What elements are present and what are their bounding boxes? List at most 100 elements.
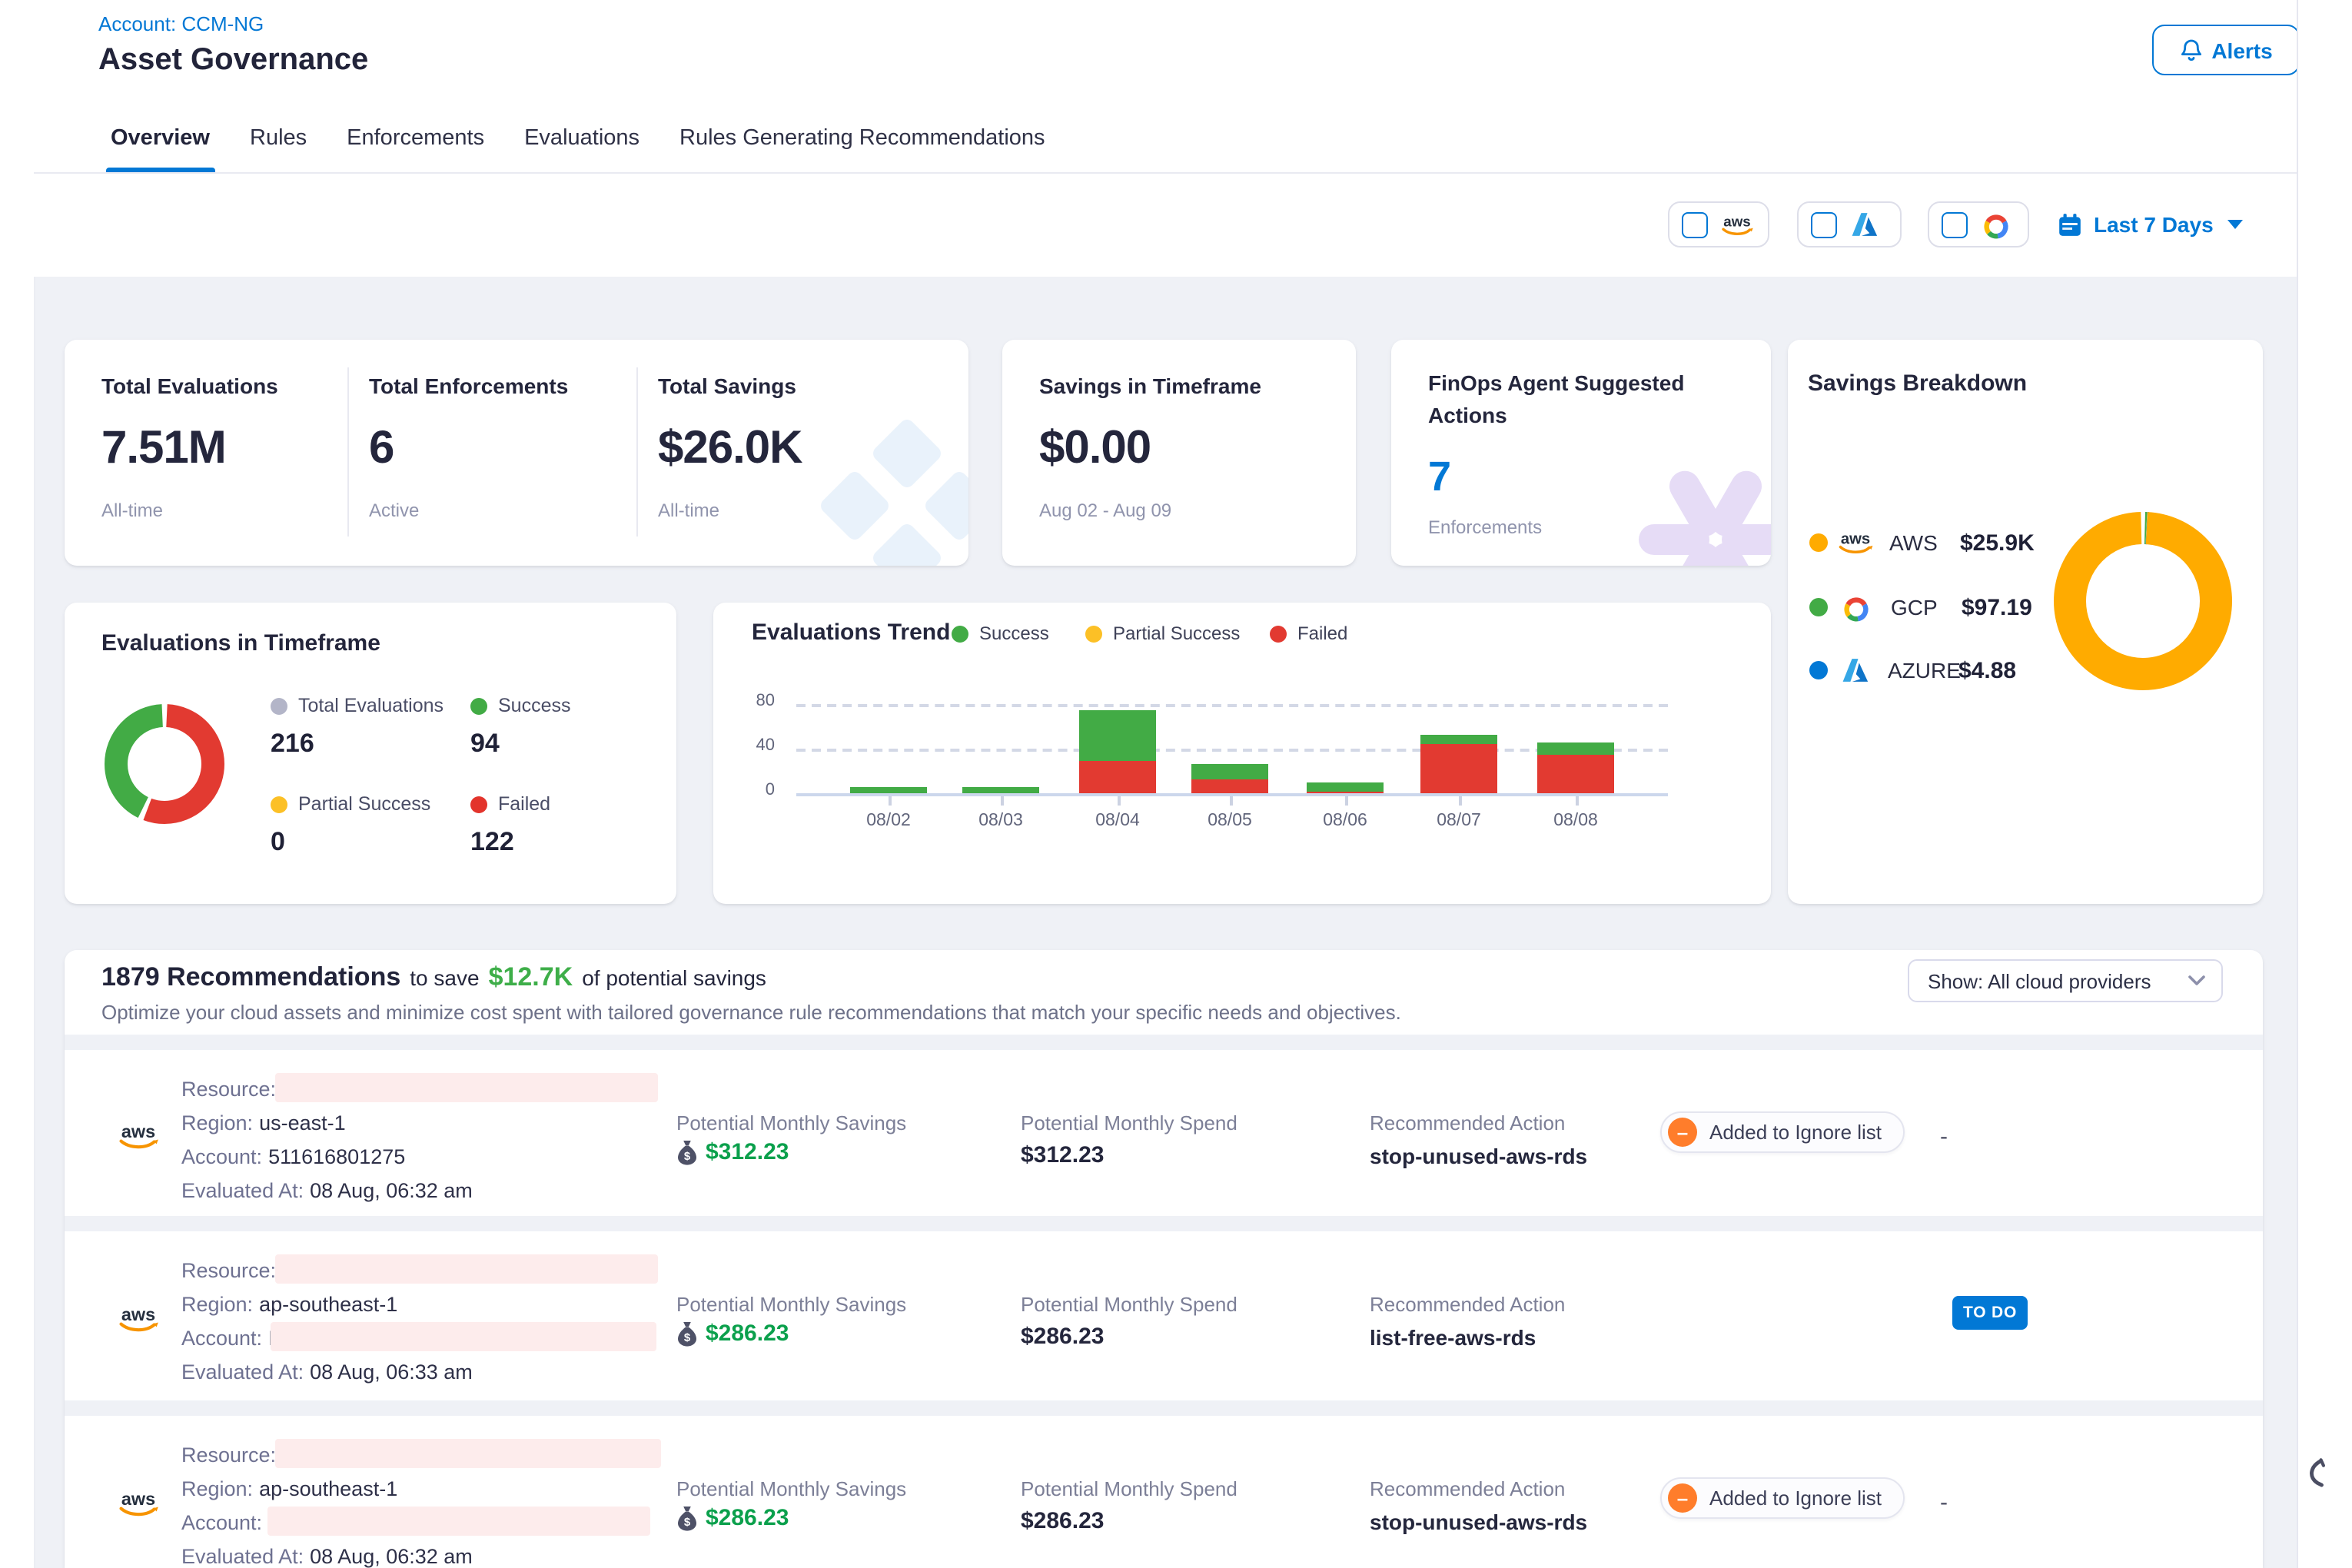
x-tick-mark — [1576, 796, 1579, 806]
row-separator — [65, 1400, 2263, 1416]
action-column-label: Recommended Action — [1370, 1293, 1565, 1316]
azure-legend-name: AZURE — [1888, 658, 1958, 683]
recommended-action-value: stop-unused-aws-rds — [1370, 1144, 1587, 1168]
tab-evaluations[interactable]: Evaluations — [524, 105, 639, 172]
savings-timeframe-value: $0.00 — [1039, 423, 1151, 475]
recommendation-row-1[interactable]: Resource: Region:us-east-1 Account:51161… — [65, 1050, 2263, 1216]
total-enforcements-label: Total Enforcements — [369, 374, 568, 398]
trailing-dash: - — [1940, 1124, 1948, 1150]
region-label: Region: — [181, 1111, 253, 1134]
status-pill-ignored: – Added to Ignore list — [1660, 1477, 1905, 1519]
trend-bar-08/06-failed — [1307, 791, 1384, 793]
redacted-account-value — [271, 1322, 656, 1351]
x-tick-mark — [889, 796, 892, 806]
spend-column-label: Potential Monthly Spend — [1021, 1477, 1237, 1500]
recommendations-save-suffix: of potential savings — [582, 965, 766, 990]
money-bag-icon — [676, 1321, 698, 1347]
evaluated-at-value: 08 Aug, 06:32 am — [310, 1545, 473, 1568]
gcp-checkbox[interactable] — [1942, 211, 1968, 238]
savings-breakdown-donut-chart — [2035, 493, 2251, 709]
y-tick-label: 80 — [723, 692, 775, 710]
card-evaluations-trend: Evaluations Trend Success Partial Succes… — [713, 603, 1771, 904]
status-pill-label: Added to Ignore list — [1709, 1121, 1882, 1144]
recommendations-count: 1879 Recommendations — [101, 962, 400, 993]
resource-label: Resource: — [181, 1443, 276, 1467]
cloud-provider-filter-value: Show: All cloud providers — [1928, 969, 2188, 992]
tab-enforcements[interactable]: Enforcements — [347, 105, 484, 172]
success-legend-value: 94 — [470, 729, 500, 759]
total-evaluations-legend-value: 216 — [271, 729, 314, 759]
savings-breakdown-legend-azure: AZURE $4.88 — [1809, 652, 2016, 689]
account-label: Account: — [181, 1511, 262, 1534]
help-widget-icon[interactable] — [2304, 1457, 2327, 1491]
trend-bar-08/07-failed — [1420, 744, 1497, 793]
status-pill-ignored: – Added to Ignore list — [1660, 1111, 1905, 1153]
recommended-action-value: stop-unused-aws-rds — [1370, 1510, 1587, 1534]
azure-legend-value: $4.88 — [1958, 657, 2016, 683]
savings-column-label: Potential Monthly Savings — [676, 1477, 906, 1500]
spend-value: $312.23 — [1021, 1142, 1104, 1168]
scrollbar-track[interactable] — [2297, 0, 2352, 1568]
provider-filter-azure[interactable] — [1797, 201, 1902, 247]
aws-logo-icon — [1719, 210, 1756, 239]
asset-governance-page: aws — [0, 0, 2352, 1568]
trend-bar-08/04-failed — [1079, 761, 1156, 793]
breadcrumb-account-link[interactable]: Account: CCM-NG — [98, 12, 264, 35]
evaluated-at-label: Evaluated At: — [181, 1179, 304, 1202]
region-value: ap-southeast-1 — [259, 1477, 397, 1500]
savings-value: $286.23 — [706, 1505, 789, 1531]
provider-filter-aws[interactable] — [1668, 201, 1769, 247]
x-tick-mark — [1001, 796, 1004, 806]
x-tick-mark — [1459, 796, 1462, 806]
row-separator — [65, 1035, 2263, 1050]
total-evaluations-dot — [271, 697, 287, 714]
finops-agent-label: FinOps Agent Suggested Actions — [1428, 367, 1705, 432]
failed-legend-value: 122 — [470, 827, 514, 858]
trend-bar-08/02-success — [850, 788, 927, 793]
chevron-down-icon — [2188, 975, 2206, 987]
watermark-flower — [1606, 447, 1771, 566]
alerts-button[interactable]: Alerts — [2152, 25, 2300, 75]
savings-column-label: Potential Monthly Savings — [676, 1293, 906, 1316]
redacted-resource-value — [275, 1254, 658, 1284]
trend-bar-08/07-success — [1420, 736, 1497, 745]
partial-success-legend-value: 0 — [271, 827, 285, 858]
aws-logo-icon — [1835, 529, 1875, 556]
provider-filter-gcp[interactable] — [1928, 201, 2029, 247]
aws-legend-name: AWS — [1889, 530, 1960, 555]
date-range-picker[interactable]: Last 7 Days — [2057, 201, 2243, 247]
tab-overview[interactable]: Overview — [111, 105, 210, 172]
x-tick-label: 08/08 — [1530, 812, 1622, 830]
success-legend-label: Success — [498, 695, 571, 716]
card-finops-agent: FinOps Agent Suggested Actions 7 Enforce… — [1391, 340, 1771, 566]
azure-checkbox[interactable] — [1811, 211, 1837, 238]
tab-rules[interactable]: Rules — [250, 105, 307, 172]
trend-bar-08/08-success — [1537, 743, 1614, 755]
aws-checkbox[interactable] — [1682, 211, 1708, 238]
trend-bar-08/04-success — [1079, 711, 1156, 761]
action-column-label: Recommended Action — [1370, 1477, 1565, 1500]
recommendations-title: 1879 Recommendations to save $12.7K of p… — [101, 962, 766, 993]
spend-value: $286.23 — [1021, 1508, 1104, 1534]
trailing-dash: - — [1940, 1490, 1948, 1516]
recommendation-row-2[interactable]: Resource: Region:ap-southeast-1 Account:… — [65, 1231, 2263, 1400]
card-savings-in-timeframe: Savings in Timeframe $0.00 Aug 02 - Aug … — [1002, 340, 1356, 566]
gcp-legend-name: GCP — [1891, 595, 1962, 620]
gcp-legend-value: $97.19 — [1962, 594, 2032, 620]
recommendation-row-3[interactable]: Resource: Region: ap-southeast-1 Account:… — [65, 1416, 2263, 1568]
cloud-provider-filter-select[interactable]: Show: All cloud providers — [1908, 959, 2223, 1002]
x-tick-label: 08/04 — [1071, 812, 1164, 830]
region-label: Region: — [181, 1477, 253, 1500]
aws-logo-icon — [115, 1483, 161, 1523]
x-tick-label: 08/03 — [955, 812, 1047, 830]
aws-logo-icon — [115, 1116, 161, 1156]
evaluated-at-label: Evaluated At: — [181, 1545, 304, 1568]
action-column-label: Recommended Action — [1370, 1111, 1565, 1134]
failed-dot — [470, 796, 487, 812]
savings-timeframe-caption: Aug 02 - Aug 09 — [1039, 500, 1171, 521]
tab-rules-generating-recommendations[interactable]: Rules Generating Recommendations — [679, 105, 1045, 172]
savings-breakdown-legend-gcp: GCP $97.19 — [1809, 589, 2032, 626]
calendar-icon — [2057, 211, 2083, 238]
trend-bar-08/05-success — [1191, 764, 1268, 779]
card-savings-breakdown: Savings Breakdown AWS $25.9K GCP $97.19 … — [1788, 340, 2263, 904]
